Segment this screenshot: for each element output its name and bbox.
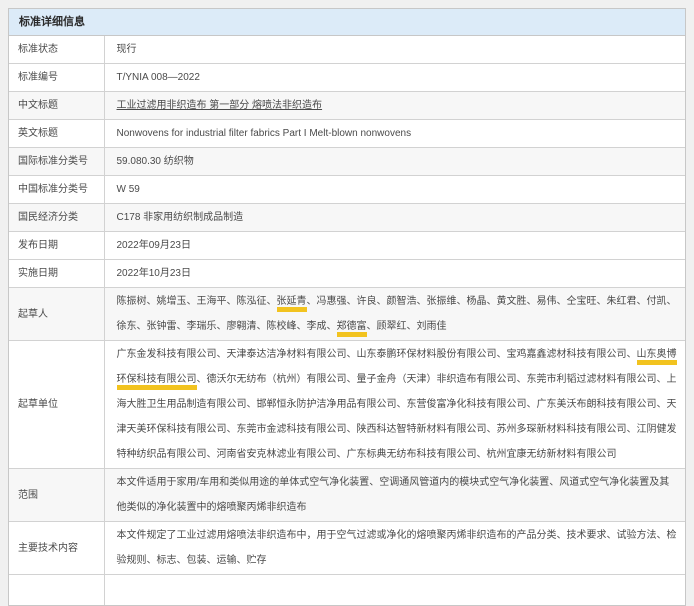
field-label: 国民经济分类	[9, 204, 104, 232]
text-segment: 、顾翠红、刘雨佳	[367, 321, 447, 332]
field-value: 本文件适用于家用/车用和类似用途的单体式空气净化装置、空调通风管道内的模块式空气…	[104, 469, 685, 522]
field-label: 起草单位	[9, 341, 104, 469]
table-row: 起草人陈振树、姚增玉、王海平、陈泓征、张延青、冯惠强、许良、颜智浩、张振维、杨晶…	[9, 288, 685, 341]
table-row: 实施日期2022年10月23日	[9, 260, 685, 288]
field-value: 2022年10月23日	[104, 260, 685, 288]
text-segment: 广东金发科技有限公司、天津泰达洁净材料有限公司、山东泰鹏环保材料股份有限公司、宝…	[117, 349, 637, 360]
field-label	[9, 575, 104, 605]
field-label: 主要技术内容	[9, 522, 104, 575]
marker-highlighted-text: 张延青	[277, 296, 307, 312]
text-segment: 陈振树、姚增玉、王海平、陈泓征、	[117, 296, 277, 307]
table-row: 起草单位 广东金发科技有限公司、天津泰达洁净材料有限公司、山东泰鹏环保材料股份有限…	[9, 341, 685, 469]
table-row: 中国标准分类号W 59	[9, 176, 685, 204]
field-value: 现行	[104, 36, 685, 64]
field-value: 陈振树、姚增玉、王海平、陈泓征、张延青、冯惠强、许良、颜智浩、张振维、杨晶、黄文…	[104, 288, 685, 341]
marker-highlighted-text: 郑德富	[337, 321, 367, 337]
field-value: 本文件规定了工业过滤用熔喷法非织造布中，用于空气过滤或净化的熔喷聚丙烯非织造布的…	[104, 522, 685, 575]
standard-title-link[interactable]: 工业过滤用非织造布 第一部分 熔喷法非织造布	[117, 100, 323, 111]
field-label: 实施日期	[9, 260, 104, 288]
table-row: 英文标题Nonwovens for industrial filter fabr…	[9, 120, 685, 148]
text-segment: 、德沃尔无纺布（杭州）有限公司、量子金舟（天津）非织造布有限公司、东莞市利韬过滤…	[117, 374, 677, 460]
field-label: 范围	[9, 469, 104, 522]
table-row: 中文标题 工业过滤用非织造布 第一部分 熔喷法非织造布	[9, 92, 685, 120]
field-label: 国际标准分类号	[9, 148, 104, 176]
field-label: 英文标题	[9, 120, 104, 148]
field-value: W 59	[104, 176, 685, 204]
field-value: 2022年09月23日	[104, 232, 685, 260]
field-value: T/YNIA 008—2022	[104, 64, 685, 92]
standard-detail-panel: 标准详细信息 标准状态现行标准编号T/YNIA 008—2022中文标题 工业过滤…	[8, 8, 686, 606]
page: 标准详细信息 标准状态现行标准编号T/YNIA 008—2022中文标题 工业过滤…	[0, 8, 694, 606]
table-row: 国际标准分类号59.080.30 纺织物	[9, 148, 685, 176]
table-row: 发布日期2022年09月23日	[9, 232, 685, 260]
standard-detail-table: 标准状态现行标准编号T/YNIA 008—2022中文标题 工业过滤用非织造布 第…	[9, 36, 685, 605]
field-value: 广东金发科技有限公司、天津泰达洁净材料有限公司、山东泰鹏环保材料股份有限公司、宝…	[104, 341, 685, 469]
table-row: 标准状态现行	[9, 36, 685, 64]
field-label: 中文标题	[9, 92, 104, 120]
table-row: 范围本文件适用于家用/车用和类似用途的单体式空气净化装置、空调通风管道内的模块式…	[9, 469, 685, 522]
field-value: 工业过滤用非织造布 第一部分 熔喷法非织造布	[104, 92, 685, 120]
table-row: 标准编号T/YNIA 008—2022	[9, 64, 685, 92]
field-label: 起草人	[9, 288, 104, 341]
field-label: 标准编号	[9, 64, 104, 92]
standard-detail-table-body: 标准状态现行标准编号T/YNIA 008—2022中文标题 工业过滤用非织造布 第…	[9, 36, 685, 605]
field-value	[104, 575, 685, 605]
field-value: C178 非家用纺织制成品制造	[104, 204, 685, 232]
table-row: 主要技术内容本文件规定了工业过滤用熔喷法非织造布中，用于空气过滤或净化的熔喷聚丙…	[9, 522, 685, 575]
table-row: 国民经济分类C178 非家用纺织制成品制造	[9, 204, 685, 232]
field-value: 59.080.30 纺织物	[104, 148, 685, 176]
table-row	[9, 575, 685, 605]
panel-title: 标准详细信息	[9, 9, 685, 36]
field-value: Nonwovens for industrial filter fabrics …	[104, 120, 685, 148]
field-label: 中国标准分类号	[9, 176, 104, 204]
field-label: 发布日期	[9, 232, 104, 260]
field-label: 标准状态	[9, 36, 104, 64]
